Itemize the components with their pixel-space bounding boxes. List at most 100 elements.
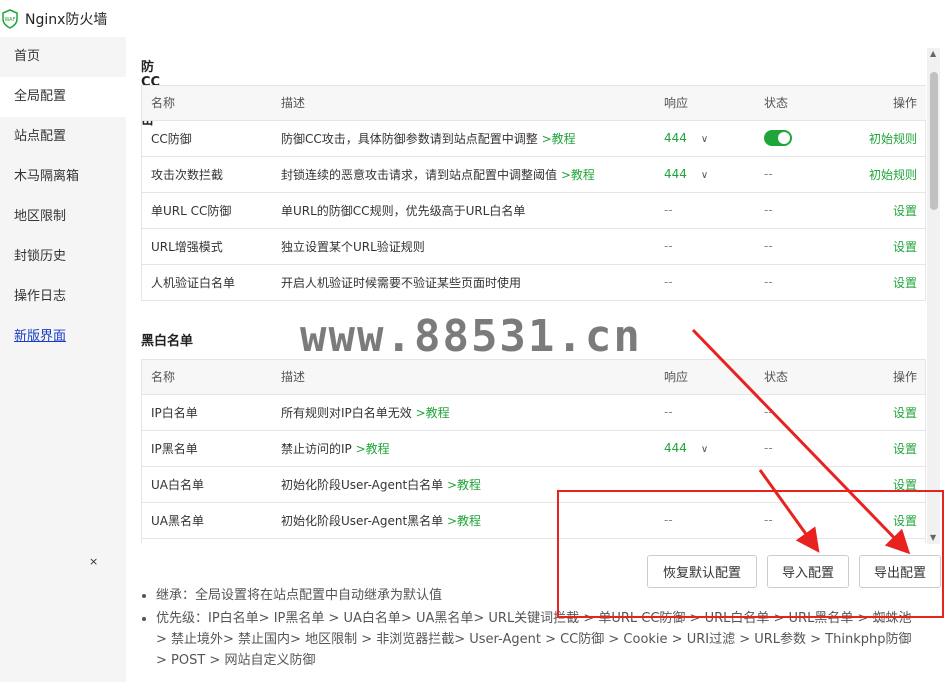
bw-table: 名称 描述 响应 状态 操作 IP白名单 所有规则对IP白名单无效 >教程 --…	[141, 359, 926, 543]
action-link[interactable]: 设置	[845, 430, 925, 467]
cc-table: 名称 描述 响应 状态 操作 CC防御 防御CC攻击，具体防御参数请到站点配置中…	[141, 85, 926, 301]
action-link[interactable]: 初始规则	[845, 120, 926, 157]
scrollbar-thumb[interactable]	[930, 72, 938, 210]
rule-desc: 所有规则对IP白名单无效 >教程	[272, 394, 655, 431]
export-config-button[interactable]: 导出配置	[859, 555, 941, 588]
bw-table-header: 名称 描述 响应 状态 操作	[142, 360, 925, 395]
sidebar-item-home[interactable]: 首页	[0, 37, 126, 77]
action-link[interactable]: 设置	[845, 192, 926, 229]
note-priority: 优先级：IP白名单> IP黑名单 > UA白名单> UA黑名单> URL关键词拦…	[156, 608, 922, 671]
scroll-down-arrow-icon[interactable]: ▼	[930, 533, 936, 542]
action-link[interactable]: 设置	[845, 394, 925, 431]
rule-desc: 禁止访问的IP >教程	[272, 430, 655, 467]
scroll-up-arrow-icon[interactable]: ▲	[930, 49, 936, 58]
table-row: URL增强模式 独立设置某个URL验证规则 -- -- 设置	[142, 228, 926, 265]
chevron-down-icon[interactable]: ∨	[701, 444, 708, 455]
response-cell: --	[655, 394, 755, 431]
rule-name: 攻击次数拦截	[142, 156, 272, 193]
response-cell: --	[655, 264, 755, 301]
sidebar-item-site-config[interactable]: 站点配置	[0, 117, 126, 157]
sidebar-item-trojan-quarantine[interactable]: 木马隔离箱	[0, 157, 126, 197]
restore-default-button[interactable]: 恢复默认配置	[647, 555, 757, 588]
response-cell: --	[655, 192, 755, 229]
status-cell: --	[755, 394, 845, 431]
rule-name: 单URL CC防御	[142, 192, 272, 229]
col-response: 响应	[655, 86, 755, 121]
rule-name: UA黑名单	[142, 502, 272, 539]
tutorial-link[interactable]: >教程	[416, 406, 450, 420]
rule-name: URL增强模式	[142, 228, 272, 265]
col-desc: 描述	[272, 86, 655, 121]
status-cell: --	[755, 228, 845, 265]
rule-name: 人机验证白名单	[142, 264, 272, 301]
sidebar: 首页 全局配置 站点配置 木马隔离箱 地区限制 封锁历史 操作日志 新版界面	[0, 37, 126, 682]
rule-desc: 封锁连续的恶意攻击请求，请到站点配置中调整阈值 >教程	[272, 156, 655, 193]
status-cell: --	[755, 192, 845, 229]
table-row: IP白名单 所有规则对IP白名单无效 >教程 -- -- 设置	[142, 394, 925, 431]
rule-desc: 单URL的防御CC规则，优先级高于URL白名单	[272, 192, 655, 229]
notes: 继承：全局设置将在站点配置中自动继承为默认值 优先级：IP白名单> IP黑名单 …	[142, 585, 922, 673]
sidebar-item-new-ui[interactable]: 新版界面	[0, 317, 126, 357]
table-row: IP黑名单 禁止访问的IP >教程 444 ∨ -- 设置	[142, 430, 925, 467]
action-link[interactable]: 设置	[845, 466, 925, 503]
table-row: UA黑名单 初始化阶段User-Agent黑名单 >教程 -- -- 设置	[142, 502, 925, 539]
waf-shield-icon: WAF	[1, 8, 19, 29]
response-cell: --	[655, 228, 755, 265]
chevron-down-icon[interactable]: ∨	[701, 170, 708, 181]
tutorial-link[interactable]: >教程	[356, 442, 390, 456]
table-row: UA白名单 初始化阶段User-Agent白名单 >教程 设置	[142, 466, 925, 503]
close-icon[interactable]: ×	[89, 555, 98, 568]
rule-desc: 初始化阶段User-Agent黑名单 >教程	[272, 502, 655, 539]
status-cell: --	[755, 502, 845, 539]
table-row: 人机验证白名单 开启人机验证时候需要不验证某些页面时使用 -- -- 设置	[142, 264, 926, 301]
note-inherit: 继承：全局设置将在站点配置中自动继承为默认值	[156, 585, 922, 606]
col-status: 状态	[755, 360, 845, 395]
app-title: Nginx防火墙	[25, 11, 108, 28]
col-name: 名称	[142, 360, 272, 395]
rule-name: CC防御	[142, 120, 272, 157]
rule-desc: 初始化阶段User-Agent白名单 >教程	[272, 466, 655, 503]
table-row: 攻击次数拦截 封锁连续的恶意攻击请求，请到站点配置中调整阈值 >教程 444 ∨ …	[142, 156, 926, 193]
import-config-button[interactable]: 导入配置	[767, 555, 849, 588]
col-action: 操作	[845, 360, 925, 395]
rule-name: IP黑名单	[142, 430, 272, 467]
chevron-down-icon[interactable]: ∨	[701, 134, 708, 145]
rule-name: UA白名单	[142, 466, 272, 503]
rule-desc: 防御CC攻击，具体防御参数请到站点配置中调整 >教程	[272, 120, 655, 157]
status-toggle[interactable]	[764, 130, 792, 146]
sidebar-item-operation-log[interactable]: 操作日志	[0, 277, 126, 317]
bw-section-heading: 黑白名单	[141, 334, 194, 349]
sidebar-item-region-limit[interactable]: 地区限制	[0, 197, 126, 237]
action-link[interactable]: 设置	[845, 502, 925, 539]
vertical-scrollbar[interactable]: ▲ ▼	[927, 48, 940, 544]
col-name: 名称	[142, 86, 272, 121]
tutorial-link[interactable]: >教程	[447, 514, 481, 528]
svg-text:WAF: WAF	[5, 17, 16, 23]
tutorial-link[interactable]: >教程	[542, 132, 576, 146]
action-link[interactable]: 设置	[845, 264, 926, 301]
col-status: 状态	[755, 86, 845, 121]
sidebar-item-block-history[interactable]: 封锁历史	[0, 237, 126, 277]
rule-desc: 独立设置某个URL验证规则	[272, 228, 655, 265]
col-action: 操作	[845, 86, 926, 121]
response-select[interactable]: 444 ∨	[655, 430, 755, 467]
sidebar-item-global-config[interactable]: 全局配置	[0, 77, 126, 117]
tutorial-link[interactable]: >教程	[447, 478, 481, 492]
table-row: 单URL CC防御 单URL的防御CC规则，优先级高于URL白名单 -- -- …	[142, 192, 926, 229]
col-desc: 描述	[272, 360, 655, 395]
response-select[interactable]: 444 ∨	[655, 156, 755, 193]
tutorial-link[interactable]: >教程	[561, 168, 595, 182]
title-bar: WAF Nginx防火墙	[0, 0, 947, 37]
action-link[interactable]: 初始规则	[845, 156, 926, 193]
response-cell	[655, 466, 755, 503]
status-cell	[755, 120, 845, 157]
response-select[interactable]: 444 ∨	[655, 120, 755, 157]
rule-desc: 开启人机验证时候需要不验证某些页面时使用	[272, 264, 655, 301]
status-cell: --	[755, 156, 845, 193]
status-cell: --	[755, 430, 845, 467]
status-cell	[755, 466, 845, 503]
col-response: 响应	[655, 360, 755, 395]
action-link[interactable]: 设置	[845, 228, 926, 265]
rule-name: IP白名单	[142, 394, 272, 431]
table-row: CC防御 防御CC攻击，具体防御参数请到站点配置中调整 >教程 444 ∨ 初始规…	[142, 120, 926, 157]
